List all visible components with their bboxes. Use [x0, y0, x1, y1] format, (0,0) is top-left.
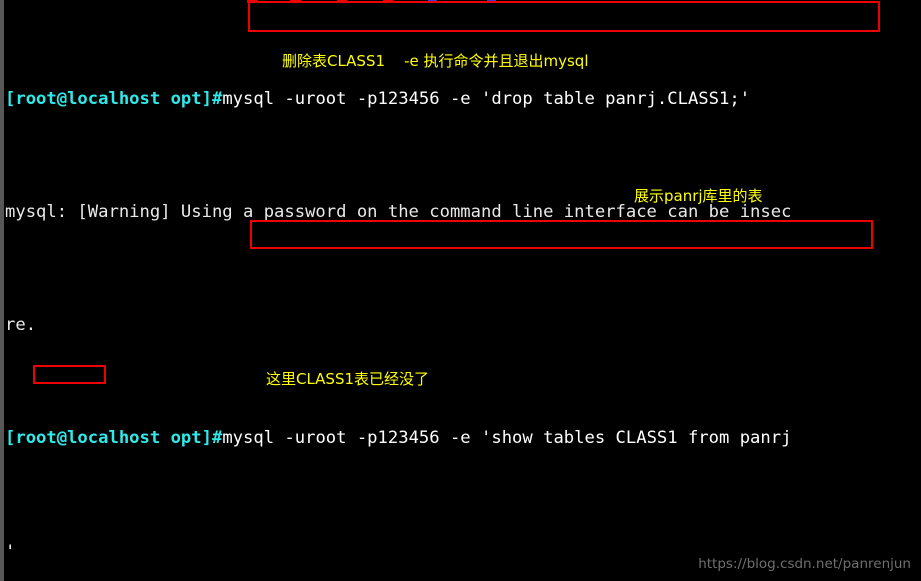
terminal-line: [root@localhost opt]#mysql -uroot -p1234…: [5, 424, 921, 452]
window-left-border: [0, 0, 4, 581]
output-text: re.: [5, 315, 37, 336]
terminal-output-area[interactable]: [root@localhost opt]#mysql -uroot -p1234…: [5, 0, 921, 581]
output-text: mysql: [Warning] Using a password on the…: [5, 202, 792, 223]
shell-command: mysql -uroot -p123456 -e 'show tables CL…: [222, 428, 792, 449]
terminal-window: [root@localhost opt]#mysql -uroot -p1234…: [0, 0, 921, 581]
terminal-line: mysql: [Warning] Using a password on the…: [5, 198, 921, 226]
shell-command: mysql -uroot -p123456 -e 'drop table pan…: [222, 88, 751, 109]
shell-prompt: [root@localhost opt]#: [5, 88, 223, 109]
terminal-line: [root@localhost opt]#mysql -uroot -p1234…: [5, 85, 921, 113]
output-text: ': [5, 541, 16, 562]
terminal-line: re.: [5, 311, 921, 339]
shell-prompt: [root@localhost opt]#: [5, 428, 223, 449]
watermark-url: https://blog.csdn.net/panrenjun: [698, 556, 911, 572]
